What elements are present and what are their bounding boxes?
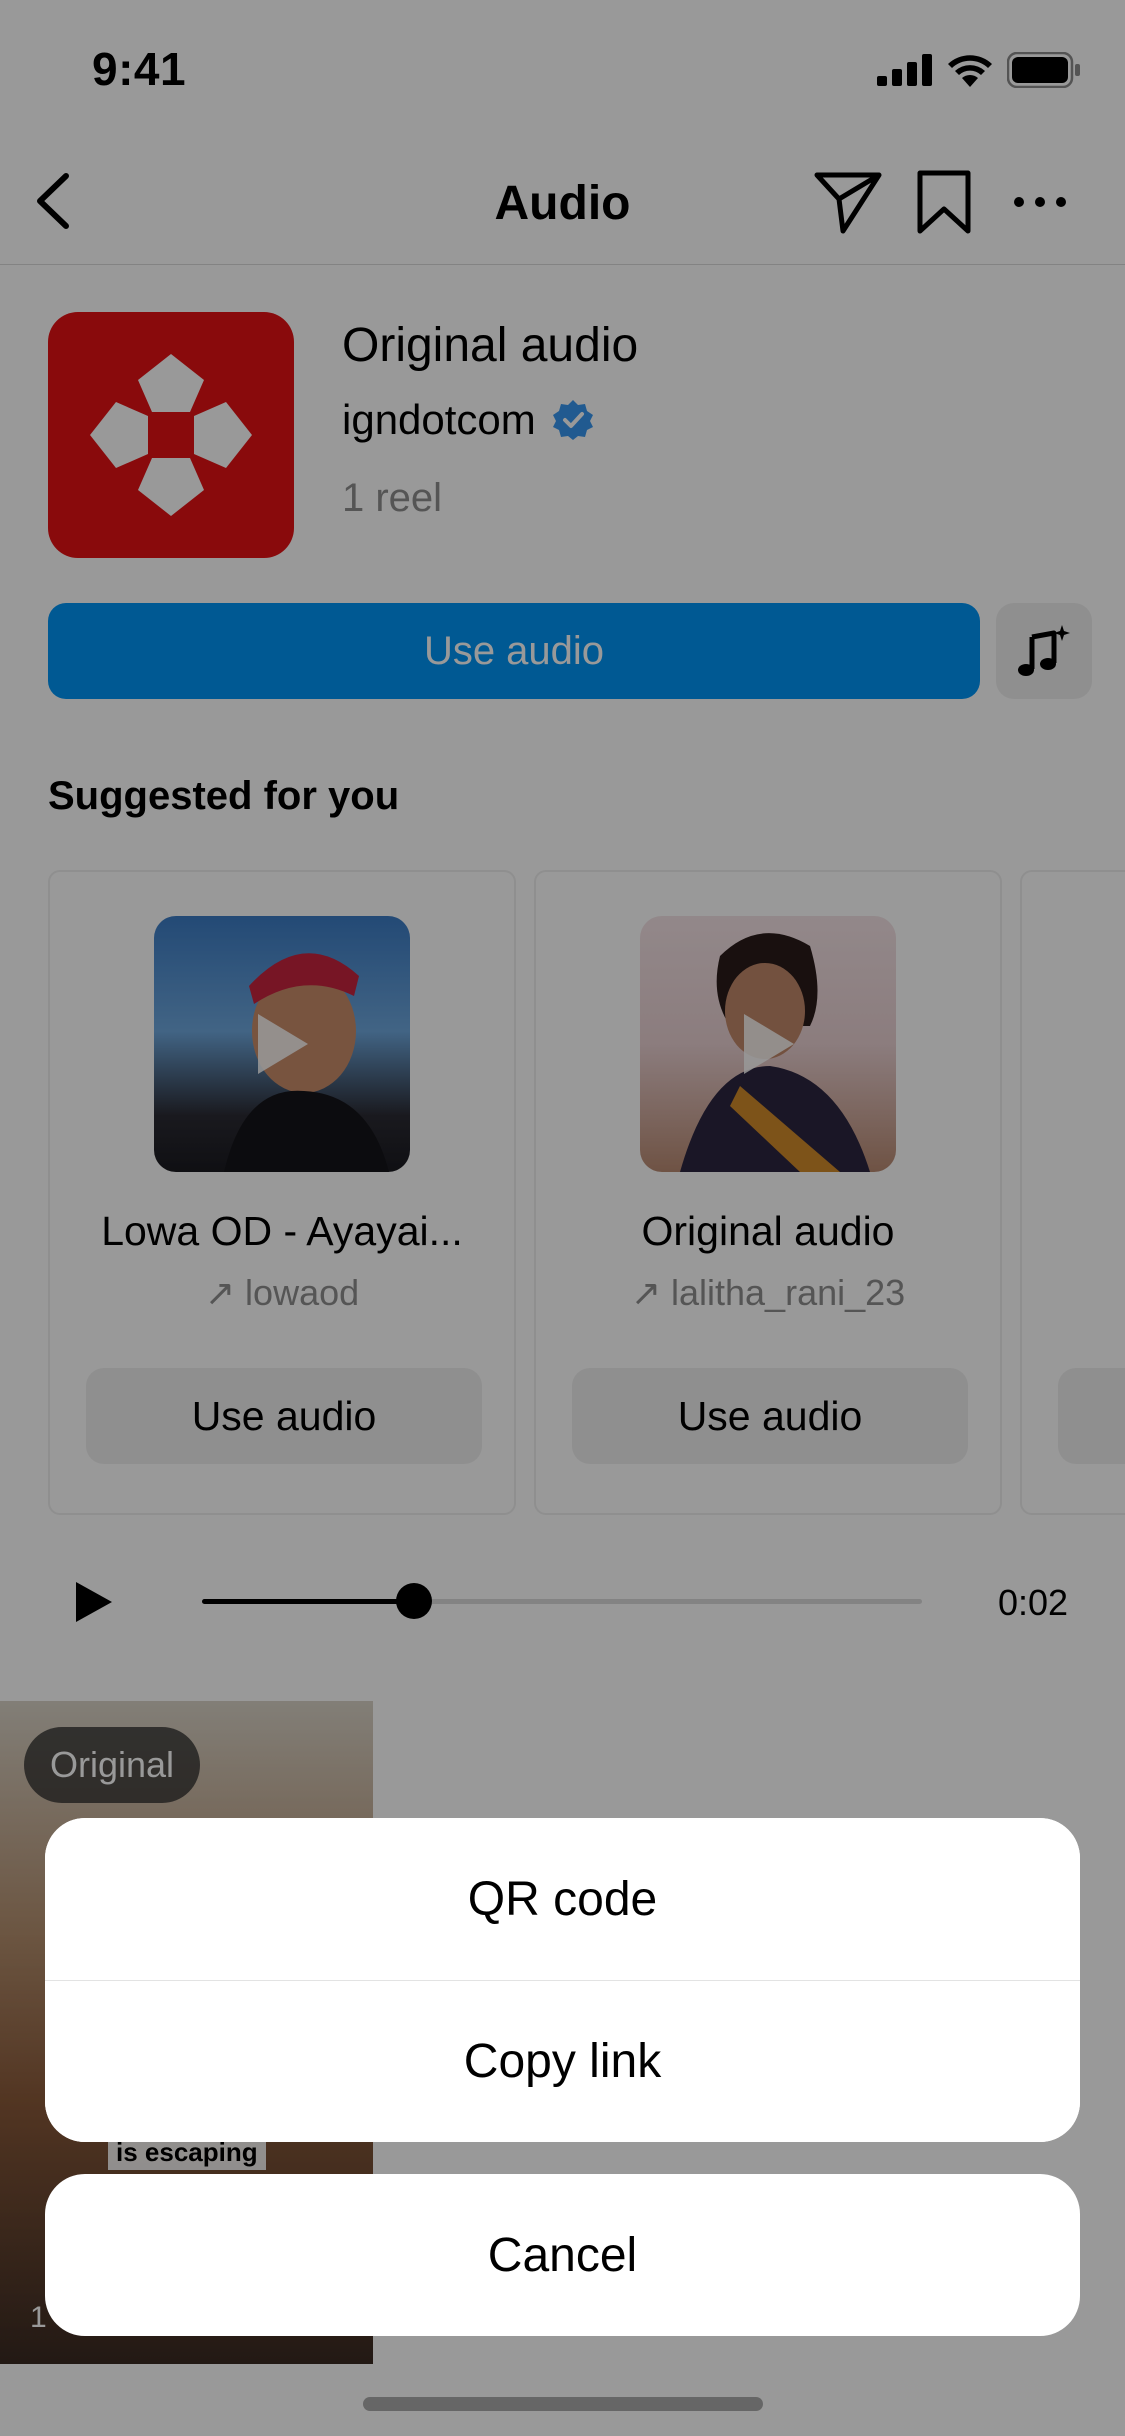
action-sheet: QR code Copy link: [45, 1818, 1080, 2142]
copy-link-option[interactable]: Copy link: [45, 1981, 1080, 2142]
home-indicator: [363, 2397, 763, 2411]
cancel-button[interactable]: Cancel: [45, 2174, 1080, 2336]
qr-code-option[interactable]: QR code: [45, 1818, 1080, 1980]
audio-page: 9:41 Audio Original audio igndotcom 1 re…: [0, 0, 1125, 2436]
